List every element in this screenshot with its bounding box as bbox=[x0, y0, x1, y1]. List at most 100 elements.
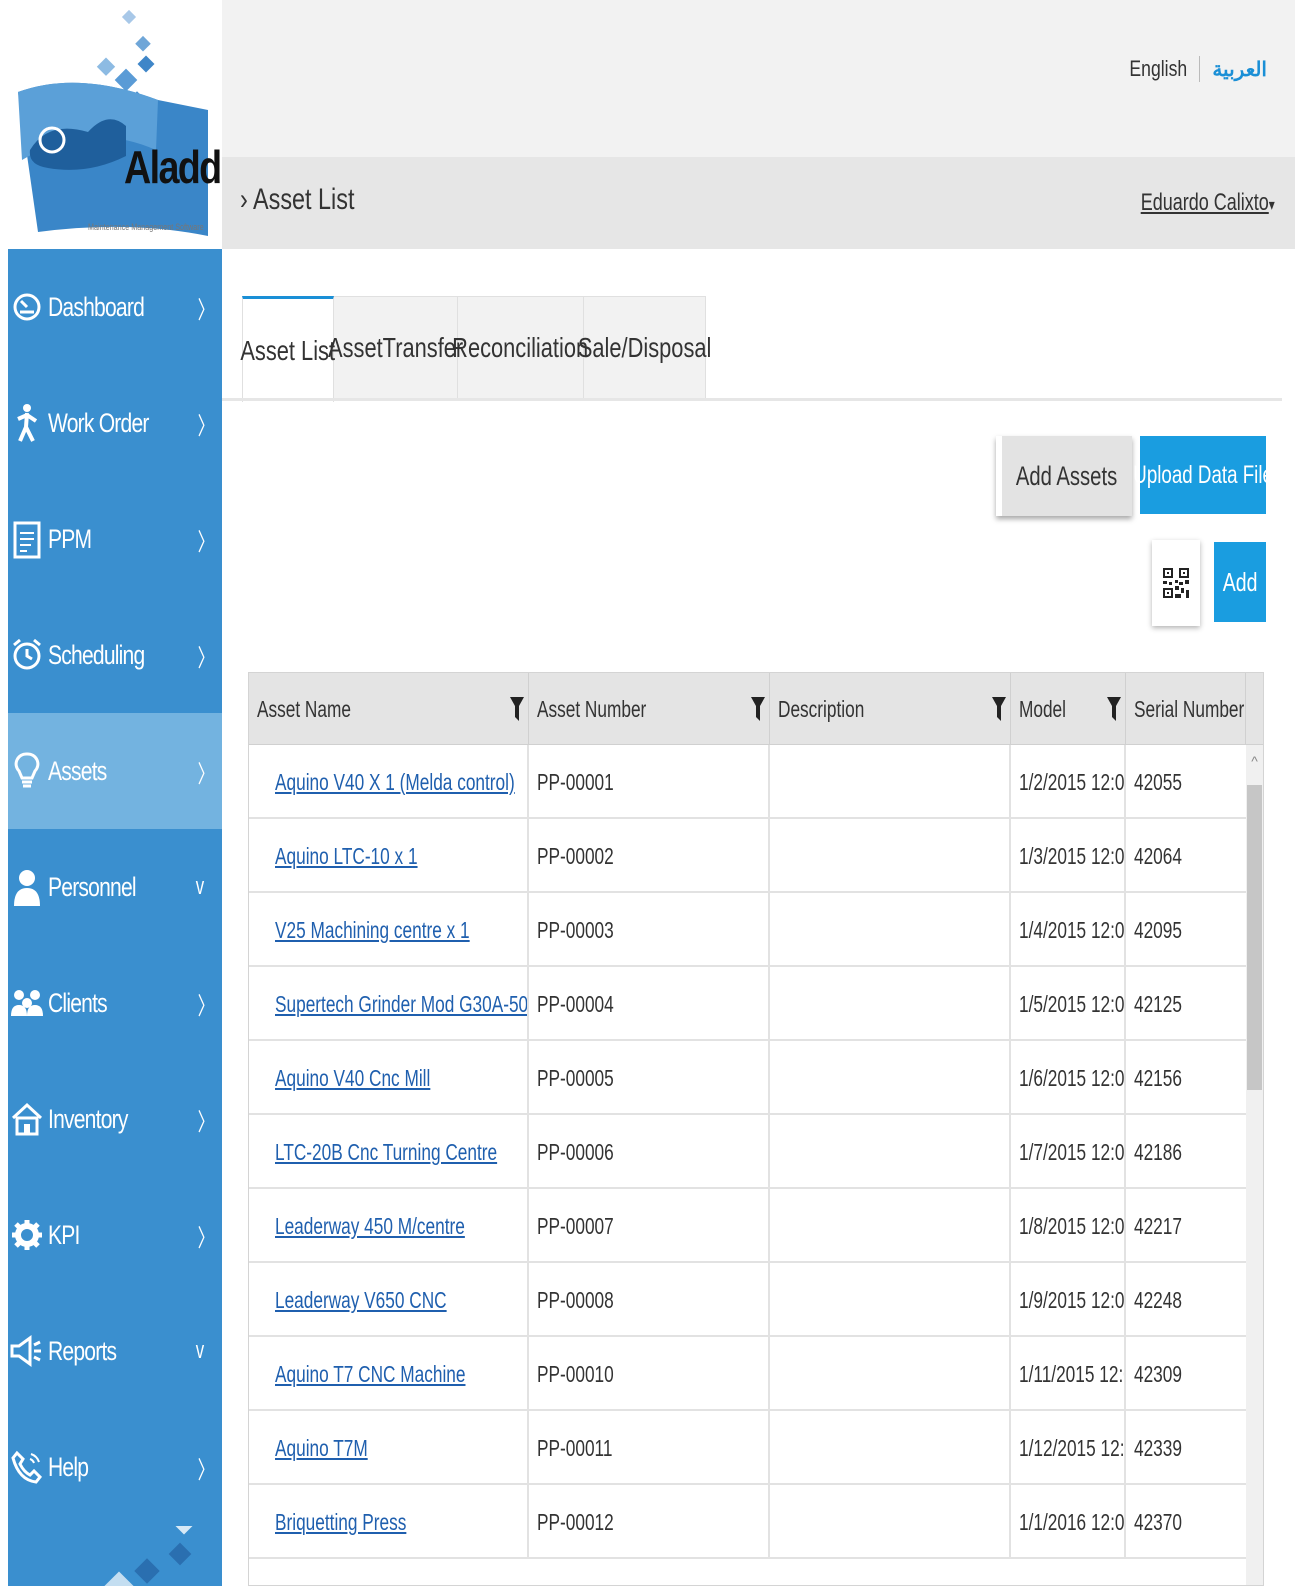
asset-name-link[interactable]: Briquetting Press bbox=[275, 1509, 406, 1536]
asset-serial: 42186 bbox=[1134, 1138, 1182, 1165]
asset-name-link[interactable]: Leaderway V650 CNC bbox=[275, 1287, 447, 1314]
asset-number: PP-00008 bbox=[537, 1286, 614, 1313]
scrollbar-thumb[interactable] bbox=[1247, 785, 1262, 1090]
lang-arabic-link[interactable]: العربية bbox=[1212, 57, 1267, 82]
asset-number: PP-00012 bbox=[537, 1508, 614, 1535]
walking-person-icon bbox=[10, 403, 44, 443]
asset-number: PP-00011 bbox=[537, 1434, 613, 1461]
sidebar-item-reports[interactable]: Reports v bbox=[8, 1293, 222, 1409]
sidebar-item-help[interactable]: Help 〉 bbox=[8, 1409, 222, 1525]
upload-data-file-button[interactable]: Upload Data File bbox=[1133, 436, 1273, 514]
sidebar-item-scheduling[interactable]: Scheduling 〉 bbox=[8, 597, 222, 713]
asset-number: PP-00010 bbox=[537, 1360, 614, 1387]
table-row[interactable]: Leaderway 450 M/centre PP-00007 1/8/2015… bbox=[249, 1189, 1246, 1263]
filter-icon[interactable] bbox=[510, 697, 524, 721]
asset-name-link[interactable]: Aquino V40 Cnc Mill bbox=[275, 1065, 430, 1092]
chevron-down-icon: ▾ bbox=[1268, 197, 1275, 214]
asset-serial: 42217 bbox=[1134, 1212, 1182, 1239]
page-title: Asset List bbox=[253, 183, 355, 216]
column-header-description[interactable]: Description bbox=[770, 673, 1011, 745]
asset-name-link[interactable]: V25 Machining centre x 1 bbox=[275, 917, 470, 944]
sidebar-item-label: Inventory bbox=[48, 1103, 128, 1134]
filter-icon[interactable] bbox=[751, 697, 765, 721]
asset-serial: 42064 bbox=[1134, 842, 1182, 869]
chevron-right-icon: 〉 bbox=[197, 412, 215, 440]
chevron-right-icon: 〉 bbox=[197, 1456, 215, 1484]
sidebar-item-personnel[interactable]: Personnel v bbox=[8, 829, 222, 945]
chevron-right-icon: 〉 bbox=[197, 760, 215, 788]
table-row[interactable]: Leaderway V650 CNC PP-00008 1/9/2015 12:… bbox=[249, 1263, 1246, 1337]
column-header-model[interactable]: Model bbox=[1011, 673, 1126, 745]
asset-name-link[interactable]: Aquino T7M bbox=[275, 1435, 368, 1462]
qr-code-icon bbox=[1163, 568, 1189, 598]
column-header-asset-number[interactable]: Asset Number bbox=[529, 673, 770, 745]
sidebar-item-work-order[interactable]: Work Order 〉 bbox=[8, 365, 222, 481]
sidebar-item-clients[interactable]: Clients 〉 bbox=[8, 945, 222, 1061]
lightbulb-icon bbox=[10, 751, 44, 791]
table-row[interactable]: Supertech Grinder Mod G30A-50 x1 PP-0000… bbox=[249, 967, 1246, 1041]
tab-divider bbox=[222, 398, 1282, 401]
tab-reconciliation[interactable]: Reconciliation bbox=[453, 296, 588, 400]
asset-name-link[interactable]: Aquino V40 X 1 (Melda control) bbox=[275, 769, 515, 796]
tab-asset-list[interactable]: Asset List bbox=[241, 296, 335, 402]
sidebar-item-assets[interactable]: Assets 〉 bbox=[8, 713, 222, 829]
gear-icon bbox=[10, 1215, 44, 1255]
asset-model: 1/11/2015 12:0... bbox=[1019, 1360, 1124, 1387]
column-header-asset-name[interactable]: Asset Name bbox=[249, 673, 529, 745]
add-button[interactable]: Add bbox=[1214, 542, 1266, 622]
filter-icon[interactable] bbox=[992, 697, 1006, 721]
sidebar-item-label: Help bbox=[48, 1451, 89, 1482]
lang-english-link[interactable]: English bbox=[1130, 56, 1188, 82]
table-row[interactable]: Aquino V40 X 1 (Melda control) PP-00001 … bbox=[249, 745, 1246, 819]
asset-name-link[interactable]: Leaderway 450 M/centre bbox=[275, 1213, 465, 1240]
sidebar-item-label: Personnel bbox=[48, 871, 137, 902]
sidebar-item-kpi[interactable]: KPI 〉 bbox=[8, 1177, 222, 1293]
column-header-serial-number[interactable]: Serial Number bbox=[1126, 673, 1246, 745]
table-row[interactable]: LTC-20B Cnc Turning Centre PP-00006 1/7/… bbox=[249, 1115, 1246, 1189]
filter-icon[interactable] bbox=[1107, 697, 1121, 721]
grid-scrollbar[interactable]: ^ bbox=[1246, 745, 1263, 1585]
sidebar-item-dashboard[interactable]: Dashboard 〉 bbox=[8, 249, 222, 365]
asset-number: PP-00005 bbox=[537, 1064, 614, 1091]
house-icon bbox=[10, 1099, 44, 1139]
user-menu[interactable]: Eduardo Calixto▾ bbox=[1141, 189, 1275, 217]
asset-serial: 42248 bbox=[1134, 1286, 1182, 1313]
table-row[interactable]: V25 Machining centre x 1 PP-00003 1/4/20… bbox=[249, 893, 1246, 967]
tab-sale-disposal[interactable]: Sale/Disposal bbox=[578, 296, 711, 400]
chevron-right-icon: 〉 bbox=[197, 1108, 215, 1136]
table-row[interactable]: Aquino T7 CNC Machine PP-00010 1/11/2015… bbox=[249, 1337, 1246, 1411]
sidebar-nav: Dashboard 〉 Work Order 〉 PPM 〉 Schedulin… bbox=[8, 249, 222, 1586]
asset-name-link[interactable]: Aquino LTC-10 x 1 bbox=[275, 843, 418, 870]
table-row[interactable]: Aquino LTC-10 x 1 PP-00002 1/3/2015 12:0… bbox=[249, 819, 1246, 893]
table-row[interactable]: Aquino T7M PP-00011 1/12/2015 12:0... 42… bbox=[249, 1411, 1246, 1485]
asset-name-link[interactable]: LTC-20B Cnc Turning Centre bbox=[275, 1139, 497, 1166]
qr-code-button[interactable] bbox=[1152, 540, 1200, 626]
asset-serial: 42125 bbox=[1134, 990, 1182, 1017]
sidebar-item-inventory[interactable]: Inventory 〉 bbox=[8, 1061, 222, 1177]
sidebar-item-ppm[interactable]: PPM 〉 bbox=[8, 481, 222, 597]
phone-icon bbox=[10, 1447, 44, 1487]
asset-serial: 42339 bbox=[1134, 1434, 1182, 1461]
sidebar-item-label: PPM bbox=[48, 523, 92, 554]
table-row[interactable]: Aquino V40 Cnc Mill PP-00005 1/6/2015 12… bbox=[249, 1041, 1246, 1115]
brand-name: Aladdin bbox=[124, 141, 222, 193]
scroll-up-icon[interactable]: ^ bbox=[1246, 753, 1263, 769]
asset-number: PP-00002 bbox=[537, 842, 614, 869]
asset-name-link[interactable]: Supertech Grinder Mod G30A-50 x1 bbox=[275, 991, 527, 1018]
megaphone-icon bbox=[10, 1331, 44, 1371]
asset-grid: Asset Name Asset Number Description Mode… bbox=[248, 672, 1264, 1586]
chevron-down-icon: v bbox=[195, 873, 205, 900]
aladdin-logo[interactable]: Aladdin Maintenance Management Software bbox=[8, 0, 222, 249]
table-row[interactable]: Briquetting Press PP-00012 1/1/2016 12:0… bbox=[249, 1485, 1246, 1559]
asset-name-link[interactable]: Aquino T7 CNC Machine bbox=[275, 1361, 465, 1388]
breadcrumb-current: › Asset List bbox=[240, 183, 354, 217]
asset-number: PP-00001 bbox=[537, 768, 614, 795]
asset-model: 1/4/2015 12:00... bbox=[1019, 916, 1125, 943]
clipboard-icon bbox=[10, 519, 44, 559]
tab-asset-transfer[interactable]: AssetTransfer bbox=[328, 296, 463, 400]
asset-serial: 42370 bbox=[1134, 1508, 1182, 1535]
add-assets-button[interactable]: Add Assets bbox=[996, 436, 1132, 516]
asset-serial: 42055 bbox=[1134, 768, 1182, 795]
asset-number: PP-00007 bbox=[537, 1212, 614, 1239]
asset-model: 1/3/2015 12:00... bbox=[1019, 842, 1125, 869]
